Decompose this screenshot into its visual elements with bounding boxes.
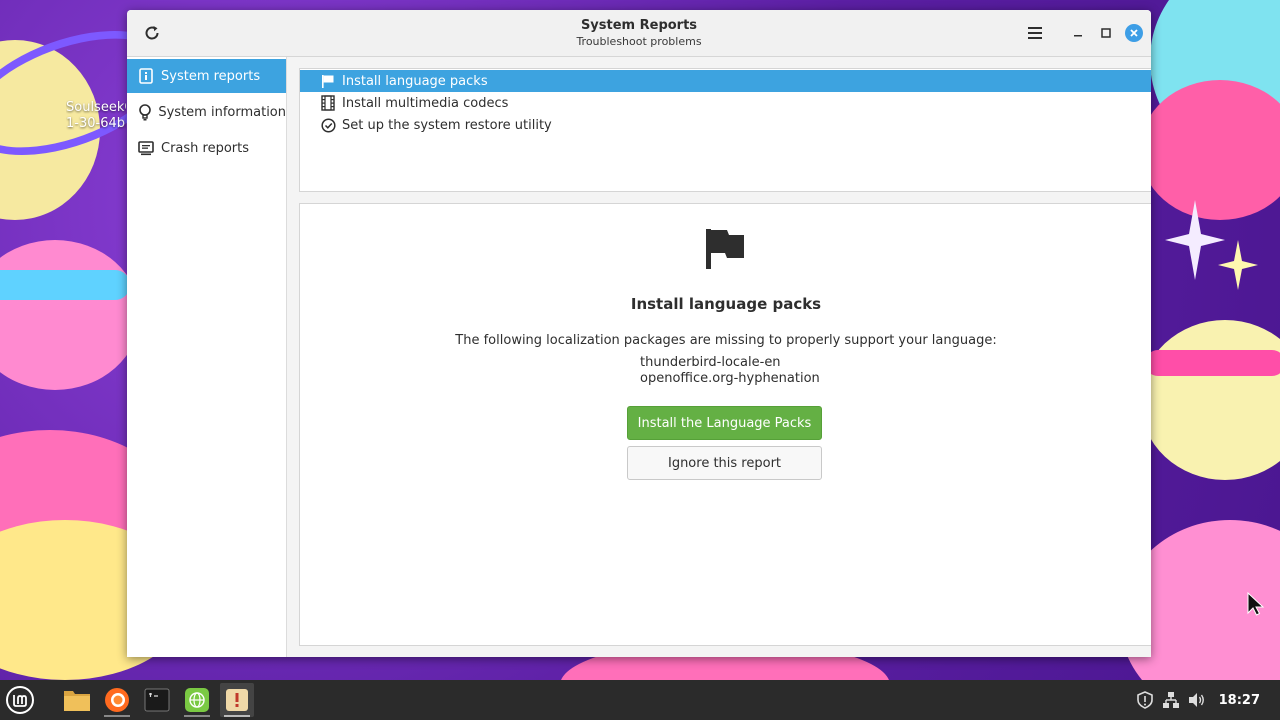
shield-icon[interactable] <box>1135 690 1155 710</box>
report-item-label: Install language packs <box>342 73 488 89</box>
report-list: Install language packs Install multimedi… <box>299 68 1151 192</box>
taskbar-terminal-button[interactable] <box>140 683 174 717</box>
hamburger-menu-icon <box>1028 27 1042 39</box>
wallpaper-planet-blue <box>0 240 140 390</box>
install-language-packs-button[interactable]: Install the Language Packs <box>627 406 822 440</box>
minimize-icon <box>1074 35 1082 37</box>
report-item-language-packs[interactable]: Install language packs <box>300 70 1151 92</box>
wallpaper-planet-stripe <box>0 270 130 300</box>
wallpaper-right-stripe <box>1145 350 1280 376</box>
package-item: thunderbird-locale-en <box>640 355 781 370</box>
report-item-system-restore[interactable]: Set up the system restore utility <box>300 114 1151 136</box>
package-item: openoffice.org-hyphenation <box>640 371 820 386</box>
taskbar-system-reports-button[interactable] <box>220 683 254 717</box>
network-icon[interactable] <box>1161 690 1181 710</box>
report-title: Install language packs <box>630 295 822 313</box>
report-item-multimedia-codecs[interactable]: Install multimedia codecs <box>300 92 1151 114</box>
sidebar-item-label: System information <box>158 104 286 120</box>
mouse-cursor-icon <box>1247 592 1265 616</box>
sidebar: System reports System information Crash … <box>127 57 287 657</box>
close-icon <box>1125 24 1143 42</box>
refresh-button[interactable] <box>141 22 163 44</box>
taskbar-running-indicator <box>224 715 250 717</box>
sidebar-item-system-information[interactable]: System information <box>127 95 286 129</box>
report-icon <box>137 67 155 85</box>
window-title: System Reports <box>580 18 698 33</box>
wallpaper-right-pink <box>1140 80 1280 220</box>
mint-menu-button[interactable] <box>3 683 37 717</box>
close-button[interactable] <box>1123 22 1145 44</box>
maximize-icon <box>1101 28 1111 38</box>
firefox-icon <box>105 688 129 712</box>
monitor-icon <box>137 139 155 157</box>
files-icon <box>64 691 90 711</box>
sparkle-small-icon <box>1218 240 1258 290</box>
clock[interactable]: 18:27 <box>1219 693 1260 708</box>
missing-package-list: thunderbird-locale-en openoffice.org-hyp… <box>640 355 820 387</box>
desktop-icon-label-line1: SoulseekQ <box>66 100 126 115</box>
sidebar-item-label: System reports <box>161 68 261 84</box>
desktop-icon-label-line2: 1-30-64bit <box>66 116 126 131</box>
lightbulb-icon <box>137 103 152 121</box>
refresh-icon <box>145 26 159 40</box>
maximize-button[interactable] <box>1095 22 1117 44</box>
flag-icon <box>706 229 744 269</box>
network-globe-icon <box>185 688 209 712</box>
taskbar-running-indicator <box>184 715 210 717</box>
sidebar-item-label: Crash reports <box>161 140 250 156</box>
taskbar-files-button[interactable] <box>60 683 94 717</box>
menu-button[interactable] <box>1024 22 1046 44</box>
desktop-icon-label[interactable]: SoulseekQ 1-30-64bit <box>66 100 126 132</box>
taskbar-firefox-button[interactable] <box>100 683 134 717</box>
film-icon <box>320 95 336 111</box>
minimize-button[interactable] <box>1067 22 1089 44</box>
report-item-label: Set up the system restore utility <box>342 117 552 133</box>
system-reports-icon <box>226 689 248 711</box>
clock-icon <box>320 117 336 133</box>
system-tray: 18:27 <box>1135 680 1280 720</box>
system-reports-window: System Reports Troubleshoot problems Sys… <box>127 10 1151 657</box>
titlebar[interactable]: System Reports Troubleshoot problems <box>127 10 1151 57</box>
window-subtitle: Troubleshoot problems <box>576 35 702 48</box>
sidebar-item-crash-reports[interactable]: Crash reports <box>127 131 286 165</box>
taskbar: 18:27 <box>0 680 1280 720</box>
report-item-label: Install multimedia codecs <box>342 95 509 111</box>
sparkle-icon <box>1165 200 1225 280</box>
volume-icon[interactable] <box>1187 690 1207 710</box>
taskbar-running-indicator <box>104 715 130 717</box>
sidebar-item-system-reports[interactable]: System reports <box>127 59 286 93</box>
wallpaper-right-planet <box>1140 320 1280 480</box>
taskbar-network-button[interactable] <box>180 683 214 717</box>
ignore-report-button[interactable]: Ignore this report <box>627 446 822 480</box>
report-description: The following localization packages are … <box>455 333 997 348</box>
terminal-icon <box>144 688 170 712</box>
mint-menu-icon <box>6 686 34 714</box>
flag-icon <box>320 73 336 89</box>
report-detail-panel: Install language packs The following loc… <box>299 203 1151 646</box>
